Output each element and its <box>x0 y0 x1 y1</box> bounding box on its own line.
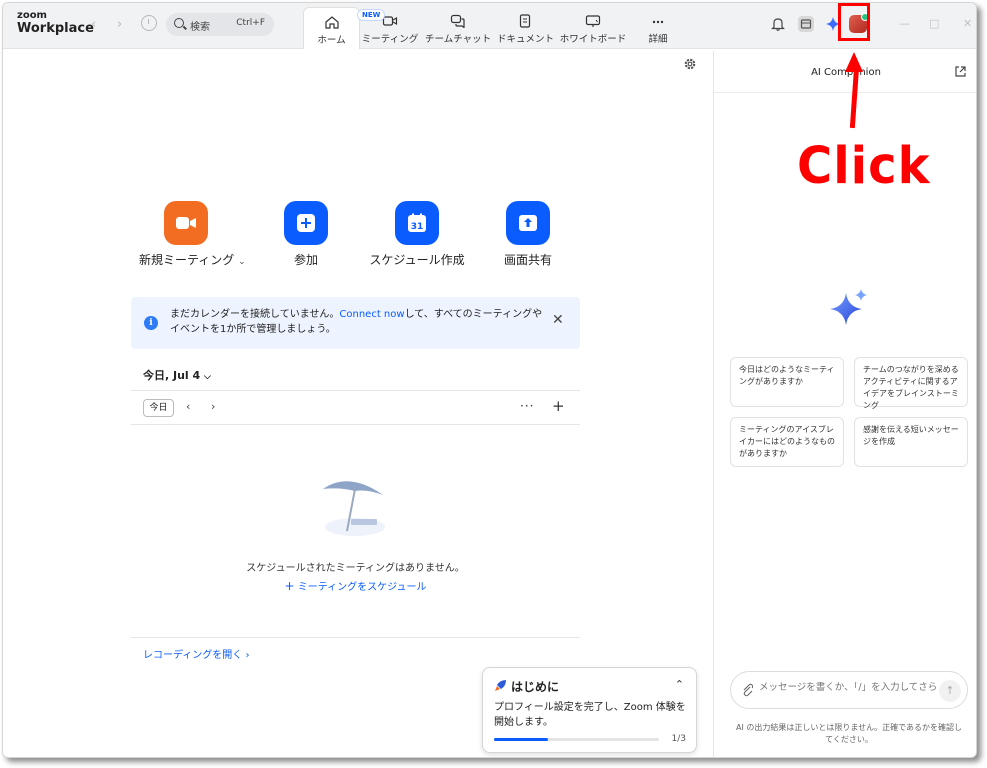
history-icon[interactable] <box>141 15 157 31</box>
back-arrow-icon[interactable]: ‹ <box>91 17 96 32</box>
settings-gear-icon[interactable] <box>683 57 697 71</box>
close-window-icon[interactable]: ✕ <box>963 17 972 30</box>
getting-started-card[interactable]: はじめに ⌃ プロフィール設定を完了し、Zoom 体験を開始します。 1/3 <box>482 667 697 753</box>
join-label: 参加 <box>293 253 318 267</box>
divider <box>131 424 580 425</box>
date-heading-text: 今日, Jul 4 <box>143 369 201 382</box>
send-arrow-icon[interactable]: ↑ <box>939 680 961 702</box>
banner-text: まだカレンダーを接続していません。Connect nowして、すべてのミーティン… <box>170 307 545 337</box>
click-annotation: Click <box>797 136 931 196</box>
getting-started-description: プロフィール設定を完了し、Zoom 体験を開始します。 <box>494 702 686 728</box>
message-input[interactable] <box>759 682 937 693</box>
more-icon <box>652 20 664 24</box>
minimize-icon[interactable]: — <box>899 17 910 30</box>
plus-icon: + <box>284 579 295 593</box>
calendar-connect-banner: i まだカレンダーを接続していません。Connect nowして、すべてのミーテ… <box>131 297 580 349</box>
tab-team-chat-label: チームチャット <box>425 34 492 45</box>
chevron-right-icon: › <box>245 650 250 661</box>
suggestion-card[interactable]: ミーティングのアイスブレイカーにはどのようなものがありますか <box>730 417 844 467</box>
message-input-box[interactable]: ↑ <box>730 671 968 709</box>
beach-umbrella-illustration <box>323 481 385 536</box>
tab-docs-label: ドキュメント <box>497 34 555 45</box>
chat-icon <box>450 14 465 28</box>
join-button[interactable] <box>284 201 328 245</box>
schedule-meeting-label: ミーティングをスケジュール <box>297 582 427 593</box>
banner-text-before: まだカレンダーを接続していません。 <box>170 309 340 320</box>
next-day-icon[interactable]: › <box>211 400 215 413</box>
close-icon[interactable]: ✕ <box>552 312 564 328</box>
tab-more-label: 詳細 <box>648 34 668 45</box>
zoom-window: zoom Workplace ‹ › 検索 Ctrl+F ホーム ミーティング … <box>2 2 977 758</box>
tab-more[interactable]: 詳細 <box>633 7 683 49</box>
calendar-day-text: 31 <box>411 222 424 232</box>
suggestion-card[interactable]: 感謝を伝える短いメッセージを作成 <box>854 417 968 467</box>
highlight-box <box>838 3 870 41</box>
progress-count: 1/3 <box>671 734 686 744</box>
empty-schedule-text: スケジュールされたミーティングはありません。 <box>246 563 465 574</box>
schedule-action[interactable]: 31 スケジュール作成 <box>369 201 465 268</box>
new-meeting-action[interactable]: 新規ミーティング ⌄ <box>139 201 246 268</box>
tab-whiteboard[interactable]: ホワイトボード <box>559 7 627 49</box>
title-bar: zoom Workplace ‹ › 検索 Ctrl+F ホーム ミーティング … <box>3 3 976 49</box>
apps-icon[interactable] <box>797 15 815 33</box>
new-badge: NEW <box>357 9 386 21</box>
share-screen-action[interactable]: 画面共有 <box>497 201 559 268</box>
getting-started-title: はじめに <box>511 680 560 694</box>
video-camera-icon <box>176 217 196 229</box>
chevron-down-icon[interactable]: ⌄ <box>238 257 246 267</box>
notification-bell-icon[interactable] <box>770 16 786 32</box>
tab-meetings-label: ミーティング <box>361 34 419 45</box>
share-screen-label: 画面共有 <box>503 253 552 267</box>
chevron-up-icon[interactable]: ⌃ <box>675 678 684 691</box>
whiteboard-icon <box>585 15 601 27</box>
ai-sparkle-icon <box>830 289 867 325</box>
search-label: 検索 <box>190 22 210 33</box>
today-button[interactable]: 今日 <box>143 399 174 417</box>
suggestion-card[interactable]: 今日はどのようなミーティングがありますか <box>730 357 844 407</box>
suggestion-card[interactable]: チームのつながりを深めるアクティビティに関するアイデアをブレインストーミング <box>854 357 968 410</box>
forward-arrow-icon[interactable]: › <box>117 17 122 32</box>
more-options-icon[interactable]: ··· <box>520 399 534 413</box>
schedule-button[interactable]: 31 <box>395 201 439 245</box>
document-icon <box>519 14 531 28</box>
new-meeting-label: 新規ミーティング <box>139 253 235 267</box>
search-shortcut: Ctrl+F <box>236 18 265 28</box>
progress-bar <box>494 738 659 741</box>
logo-big-text: Workplace <box>17 21 94 36</box>
calendar-icon: 31 <box>408 213 426 232</box>
plus-icon <box>297 214 315 232</box>
logo-small-text: zoom <box>17 10 47 21</box>
progress-bar-fill <box>494 738 549 741</box>
chevron-down-icon: ⌵ <box>204 372 211 382</box>
tab-team-chat[interactable]: チームチャット <box>425 7 491 49</box>
open-recordings-label: レコーディングを開く <box>143 650 243 661</box>
tab-home[interactable]: ホーム <box>303 7 360 49</box>
new-meeting-button[interactable] <box>164 201 208 245</box>
rocket-icon <box>495 680 506 691</box>
prev-day-icon[interactable]: ‹ <box>186 400 190 413</box>
date-heading[interactable]: 今日, Jul 4 ⌵ <box>143 367 211 383</box>
join-action[interactable]: 参加 <box>275 201 337 268</box>
search-icon <box>174 18 184 28</box>
tab-docs[interactable]: ドキュメント <box>497 7 555 49</box>
add-event-icon[interactable]: + <box>552 397 565 415</box>
connect-now-link[interactable]: Connect now <box>339 309 404 320</box>
tab-home-label: ホーム <box>317 35 346 46</box>
divider <box>131 637 580 638</box>
divider <box>131 390 580 391</box>
info-icon: i <box>144 316 158 330</box>
share-screen-icon <box>519 215 537 231</box>
open-recordings-link[interactable]: レコーディングを開く › <box>143 646 250 661</box>
zoom-logo: zoom Workplace <box>17 10 94 36</box>
share-screen-button[interactable] <box>506 201 550 245</box>
home-icon <box>324 16 339 29</box>
schedule-label: スケジュール作成 <box>369 253 465 267</box>
tab-whiteboard-label: ホワイトボード <box>559 34 627 45</box>
schedule-meeting-link[interactable]: + ミーティングをスケジュール <box>131 578 580 593</box>
maximize-icon[interactable]: □ <box>929 17 939 30</box>
search-bar[interactable]: 検索 Ctrl+F <box>166 13 274 36</box>
popout-icon[interactable] <box>955 66 966 77</box>
ai-disclaimer: AI の出力結果は正しいとは限りません。正確であるかを確認してください。 <box>735 723 963 744</box>
paperclip-icon[interactable] <box>741 683 753 697</box>
